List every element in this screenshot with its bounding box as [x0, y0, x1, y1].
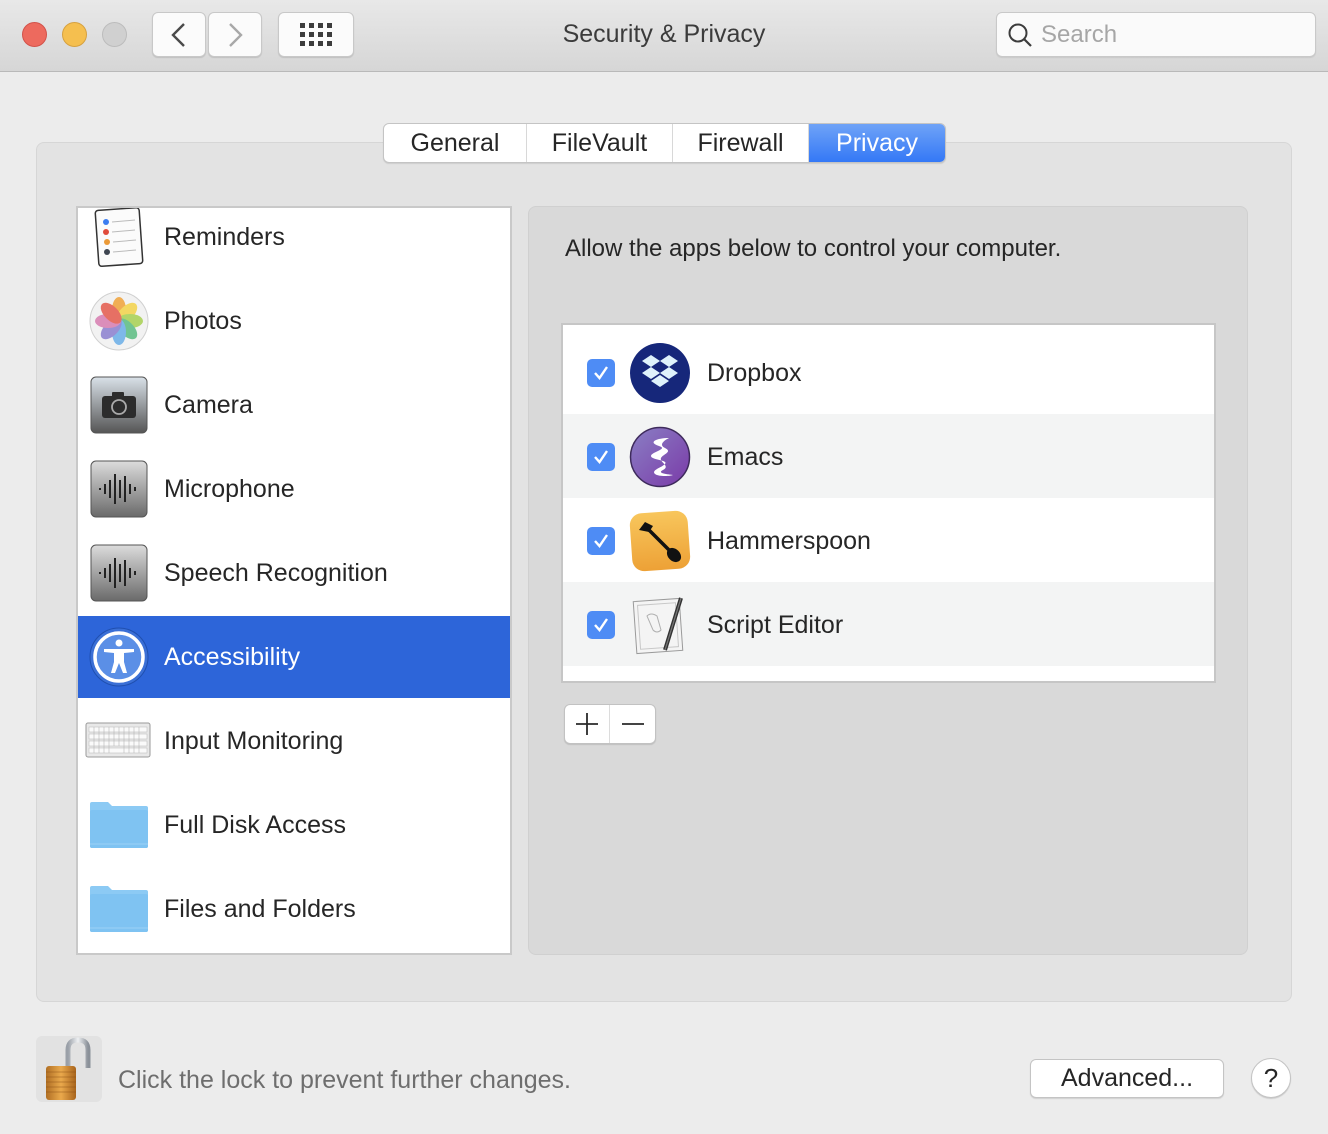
help-button[interactable]: ? — [1251, 1058, 1291, 1098]
remove-app-button[interactable] — [610, 705, 655, 743]
show-all-button[interactable] — [278, 12, 354, 57]
keyboard-icon — [84, 710, 152, 772]
app-name: Dropbox — [707, 359, 802, 387]
app-name: Hammerspoon — [707, 527, 871, 555]
sidebar-item-files-and-folders[interactable]: Files and Folders — [78, 868, 510, 950]
sidebar-item-label: Reminders — [164, 222, 285, 251]
tab-filevault[interactable]: FileVault — [527, 124, 673, 162]
sidebar-item-photos[interactable]: Photos — [78, 280, 510, 362]
sidebar-item-reminders[interactable]: Reminders — [78, 208, 510, 278]
add-app-button[interactable] — [565, 705, 610, 743]
checkmark-icon — [594, 450, 608, 464]
tab-firewall[interactable]: Firewall — [673, 124, 809, 162]
close-window-button[interactable] — [22, 22, 47, 47]
accessibility-panel: Allow the apps below to control your com… — [528, 206, 1248, 955]
sidebar-item-full-disk-access[interactable]: Full Disk Access — [78, 784, 510, 866]
sidebar-item-label: Photos — [164, 306, 242, 335]
app-name: Script Editor — [707, 611, 844, 639]
microphone-icon — [88, 458, 150, 520]
sidebar-item-label: Camera — [164, 390, 253, 419]
script-editor-checkbox[interactable] — [587, 611, 615, 639]
sidebar-item-input-monitoring[interactable]: Input Monitoring — [78, 700, 510, 782]
script-editor-icon — [629, 594, 691, 656]
speech-recognition-icon — [88, 542, 150, 604]
sidebar-item-label: Files and Folders — [164, 894, 356, 923]
lock-button[interactable] — [36, 1036, 102, 1102]
checkmark-icon — [594, 366, 608, 380]
forward-button[interactable] — [208, 12, 262, 57]
grid-icon — [300, 23, 332, 46]
tab-privacy[interactable]: Privacy — [809, 124, 945, 162]
hammerspoon-icon — [629, 510, 691, 572]
sidebar-item-accessibility[interactable]: Accessibility — [78, 616, 510, 698]
unlocked-padlock-icon — [46, 1037, 91, 1100]
minimize-window-button[interactable] — [62, 22, 87, 47]
app-row-script-editor[interactable]: Script Editor — [563, 582, 1214, 666]
hammerspoon-checkbox[interactable] — [587, 527, 615, 555]
emacs-checkbox[interactable] — [587, 443, 615, 471]
plus-icon — [576, 713, 598, 735]
back-button[interactable] — [152, 12, 206, 57]
search-field[interactable] — [996, 12, 1316, 57]
emacs-icon — [629, 426, 691, 488]
folder-icon — [88, 878, 150, 940]
reminders-icon — [88, 208, 150, 268]
chevron-right-icon — [229, 22, 243, 47]
app-row-hammerspoon[interactable]: Hammerspoon — [563, 498, 1214, 582]
privacy-category-list[interactable]: Reminders Photos Camera Microphone Speec… — [76, 206, 512, 955]
sidebar-item-label: Input Monitoring — [164, 726, 344, 755]
checkmark-icon — [594, 618, 608, 632]
allowed-apps-list[interactable]: Dropbox Emacs Hammerspoon Script Editor — [561, 323, 1216, 683]
app-row-dropbox[interactable]: Dropbox — [563, 330, 1214, 414]
sidebar-item-microphone[interactable]: Microphone — [78, 448, 510, 530]
chevron-left-icon — [171, 22, 185, 47]
app-name: Emacs — [707, 443, 784, 471]
checkmark-icon — [594, 534, 608, 548]
minus-icon — [621, 723, 644, 725]
accessibility-icon — [88, 626, 150, 688]
advanced-button[interactable]: Advanced... — [1030, 1059, 1224, 1098]
dropbox-checkbox[interactable] — [587, 359, 615, 387]
tab-bar: General FileVault Firewall Privacy — [383, 123, 946, 163]
title-bar: Security & Privacy — [0, 0, 1328, 72]
folder-icon — [88, 794, 150, 856]
add-remove-control — [564, 704, 656, 744]
camera-icon — [88, 374, 150, 436]
sidebar-item-label: Speech Recognition — [164, 558, 388, 587]
lock-status-text: Click the lock to prevent further change… — [118, 1066, 572, 1094]
sidebar-item-label: Full Disk Access — [164, 810, 346, 839]
dropbox-icon — [629, 342, 691, 404]
search-icon — [1008, 23, 1032, 47]
photos-icon — [88, 290, 150, 352]
tab-general[interactable]: General — [384, 124, 527, 162]
sidebar-item-label: Microphone — [164, 474, 295, 503]
panel-description: Allow the apps below to control your com… — [565, 235, 1062, 262]
search-input[interactable] — [1041, 20, 1301, 49]
app-row-emacs[interactable]: Emacs — [563, 414, 1214, 498]
sidebar-item-label: Accessibility — [164, 642, 301, 671]
zoom-window-button[interactable] — [102, 22, 127, 47]
sidebar-item-camera[interactable]: Camera — [78, 364, 510, 446]
sidebar-item-speech-recognition[interactable]: Speech Recognition — [78, 532, 510, 614]
